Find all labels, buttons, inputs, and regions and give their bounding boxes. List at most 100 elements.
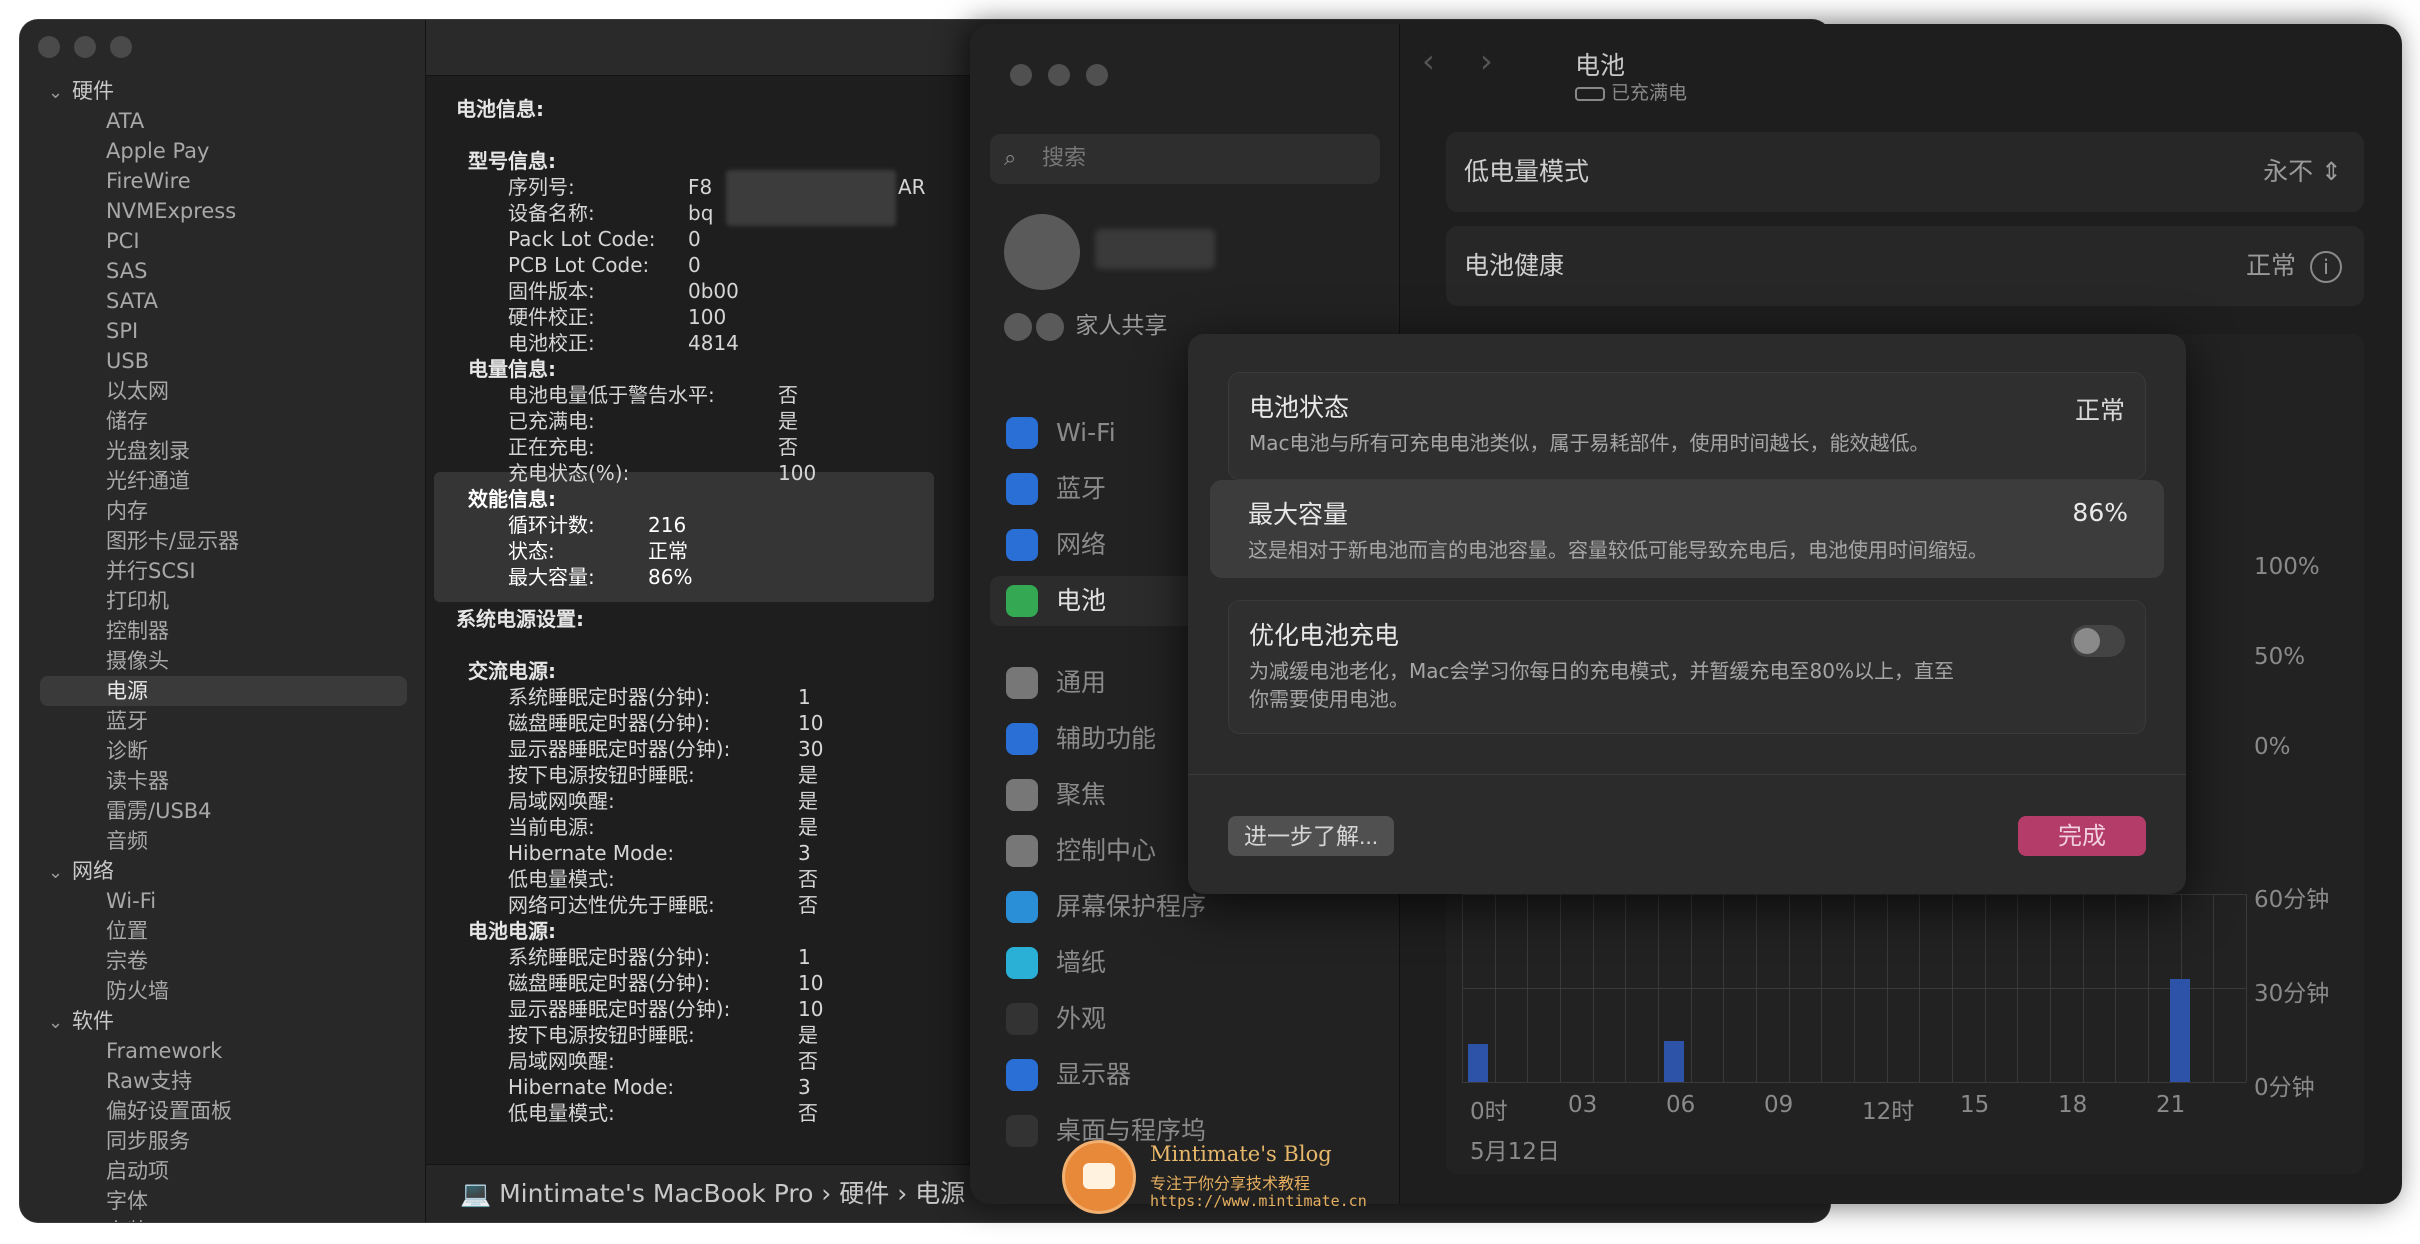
sidebar-item[interactable]: Apple Pay xyxy=(20,136,425,166)
close-window-button[interactable] xyxy=(38,36,60,58)
info-key: Hibernate Mode: xyxy=(508,1075,675,1099)
sidebar-item[interactable]: ATA xyxy=(20,106,425,136)
sidebar-item[interactable]: 位置 xyxy=(20,916,425,946)
chart-gridline xyxy=(1560,894,1561,1082)
settings-close-button[interactable] xyxy=(1010,64,1032,86)
chart-x-tick: 0时 xyxy=(1470,1099,1508,1125)
sidebar-item[interactable]: SAS xyxy=(20,256,425,286)
info-value: 0 xyxy=(688,227,701,251)
sidebar-item[interactable]: 偏好设置面板 xyxy=(20,1096,425,1126)
sidebar-item[interactable]: 图形卡/显示器 xyxy=(20,526,425,556)
chart-gridline xyxy=(2050,894,2051,1082)
chart-top-y-tick: 0% xyxy=(2254,734,2291,760)
sidebar-item[interactable]: 光盘刻录 xyxy=(20,436,425,466)
chart-x-tick: 18 xyxy=(2058,1092,2088,1118)
settings-search-input[interactable]: ⌕ 搜索 xyxy=(990,134,1380,184)
sidebar-item[interactable]: 打印机 xyxy=(20,586,425,616)
settings-nav-item[interactable]: 显示器 xyxy=(990,1050,1380,1100)
chart-gridline xyxy=(1592,894,1594,1082)
info-key: 局域网唤醒: xyxy=(508,789,615,813)
chevron-down-icon[interactable]: ⌄ xyxy=(48,1008,72,1038)
sidebar-item[interactable]: 内存 xyxy=(20,496,425,526)
sidebar-item[interactable]: Wi-Fi xyxy=(20,886,425,916)
family-sharing-item[interactable]: 家人共享 xyxy=(1004,306,1167,341)
sidebar-section[interactable]: ⌄ 软件 xyxy=(20,1006,425,1036)
sidebar-item[interactable]: 雷雳/USB4 xyxy=(20,796,425,826)
done-button[interactable]: 完成 xyxy=(2018,816,2146,856)
sidebar-item[interactable]: USB xyxy=(20,346,425,376)
forward-chevron-icon[interactable]: › xyxy=(1480,42,1493,80)
low-power-mode-row[interactable]: 低电量模式 永不 ⇕ xyxy=(1446,132,2364,212)
sidebar-item[interactable]: Framework xyxy=(20,1036,425,1066)
info-value: bq xyxy=(688,201,714,225)
sidebar-item[interactable]: 安装 xyxy=(20,1216,425,1222)
sidebar-item[interactable]: NVMExpress xyxy=(20,196,425,226)
battery-icon xyxy=(1575,86,1605,101)
minimize-window-button[interactable] xyxy=(74,36,96,58)
chevron-down-icon[interactable]: ⌄ xyxy=(48,858,72,888)
settings-nav-item[interactable]: 墙纸 xyxy=(990,938,1380,988)
settings-nav-icon xyxy=(1006,1059,1038,1091)
sidebar-item[interactable]: SATA xyxy=(20,286,425,316)
chart-gridline xyxy=(2115,894,2117,1082)
chevron-down-icon[interactable]: ⌄ xyxy=(48,78,72,108)
pane-title: 电池 xyxy=(1575,51,1626,80)
sidebar-item[interactable]: 宗卷 xyxy=(20,946,425,976)
chart-gridline xyxy=(1919,894,1921,1082)
sidebar-item[interactable]: 蓝牙 xyxy=(20,706,425,736)
sidebar-item[interactable]: 摄像头 xyxy=(20,646,425,676)
sidebar-section[interactable]: ⌄ 硬件 xyxy=(20,76,425,106)
sidebar-item[interactable]: 以太网 xyxy=(20,376,425,406)
sidebar-item[interactable]: 防火墙 xyxy=(20,976,425,1006)
max-capacity-desc: 这是相对于新电池而言的电池容量。容量较低可能导致充电后，电池使用时间缩短。 xyxy=(1248,538,1988,562)
info-key: 电池校正: xyxy=(508,331,595,355)
sidebar-item[interactable]: 字体 xyxy=(20,1186,425,1216)
usage-bar xyxy=(1468,1044,1488,1082)
sidebar-section-label: 软件 xyxy=(72,1009,114,1033)
sidebar-item[interactable]: 并行SCSI xyxy=(20,556,425,586)
info-value: 否 xyxy=(798,1101,818,1125)
zoom-window-button[interactable] xyxy=(110,36,132,58)
settings-zoom-button[interactable] xyxy=(1086,64,1108,86)
section-header: 系统电源设置: xyxy=(456,607,584,631)
sidebar-item[interactable]: 启动项 xyxy=(20,1156,425,1186)
sidebar-item[interactable]: 同步服务 xyxy=(20,1126,425,1156)
info-value: F8 xyxy=(688,175,713,199)
sidebar-section[interactable]: ⌄ 网络 xyxy=(20,856,425,886)
settings-nav-label: 电池 xyxy=(1056,586,1107,615)
info-icon[interactable]: i xyxy=(2310,251,2342,283)
sidebar-item[interactable]: 读卡器 xyxy=(20,766,425,796)
battery-health-dialog: 电池状态 Mac电池与所有可充电电池类似，属于易耗部件，使用时间越长，能效越低。… xyxy=(1188,334,2186,894)
settings-nav-item[interactable]: 外观 xyxy=(990,994,1380,1044)
info-value: 1 xyxy=(798,945,811,969)
chart-gridline xyxy=(2148,894,2149,1082)
sidebar-item[interactable]: 光纤通道 xyxy=(20,466,425,496)
chart-date-label: 5月12日 xyxy=(1470,1139,1560,1165)
sidebar-item[interactable]: SPI xyxy=(20,316,425,346)
low-power-mode-select[interactable]: 永不 ⇕ xyxy=(2263,132,2342,212)
chart-gridline xyxy=(1788,894,1790,1082)
battery-health-row[interactable]: 电池健康 正常 i xyxy=(1446,226,2364,306)
learn-more-button[interactable]: 进一步了解... xyxy=(1228,816,1395,856)
info-key: 电池电量低于警告水平: xyxy=(508,383,715,407)
sidebar-item[interactable]: 电源 xyxy=(40,676,407,706)
settings-nav-icon xyxy=(1006,417,1038,449)
optimized-charging-toggle[interactable] xyxy=(2071,625,2125,657)
info-key: 低电量模式: xyxy=(508,867,615,891)
sidebar-item[interactable]: 储存 xyxy=(20,406,425,436)
info-key: 最大容量: xyxy=(508,565,595,589)
info-key: 磁盘睡眠定时器(分钟): xyxy=(508,971,711,995)
back-chevron-icon[interactable]: ‹ xyxy=(1422,42,1435,80)
user-avatar[interactable] xyxy=(1004,214,1080,290)
chart-gridline xyxy=(2017,894,2019,1082)
optimized-charging-title: 优化电池充电 xyxy=(1249,621,1400,650)
chart-gridline xyxy=(1625,894,1627,1082)
settings-minimize-button[interactable] xyxy=(1048,64,1070,86)
sidebar-item[interactable]: 音频 xyxy=(20,826,425,856)
sidebar-item[interactable]: FireWire xyxy=(20,166,425,196)
sidebar-item[interactable]: 诊断 xyxy=(20,736,425,766)
sidebar-item[interactable]: PCI xyxy=(20,226,425,256)
sidebar-item[interactable]: Raw支持 xyxy=(20,1066,425,1096)
optimized-charging-desc-2: 你需要使用电池。 xyxy=(1249,687,1409,711)
sidebar-item[interactable]: 控制器 xyxy=(20,616,425,646)
